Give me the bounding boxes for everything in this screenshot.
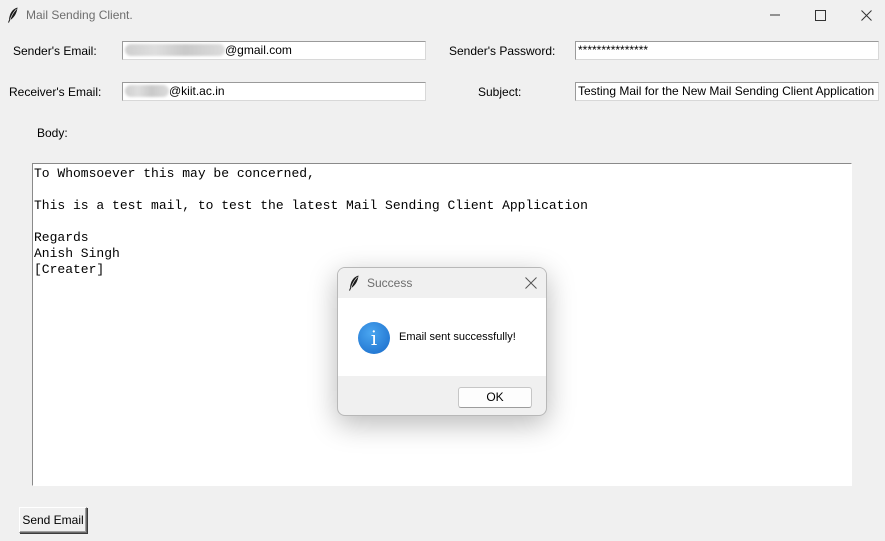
- sender-email-label: Sender's Email:: [13, 44, 97, 58]
- close-icon: [860, 9, 872, 21]
- body-label: Body:: [37, 126, 68, 140]
- title-bar: Mail Sending Client.: [0, 0, 885, 30]
- redacted-blur: [125, 44, 225, 56]
- maximize-button[interactable]: [797, 0, 843, 30]
- maximize-icon: [814, 9, 826, 21]
- sender-email-field[interactable]: @gmail.com: [122, 41, 426, 60]
- receiver-email-label: Receiver's Email:: [9, 85, 102, 99]
- sender-password-label: Sender's Password:: [449, 44, 556, 58]
- minimize-button[interactable]: [752, 0, 798, 30]
- ok-button[interactable]: OK: [458, 387, 532, 408]
- feather-icon: [8, 7, 18, 23]
- minimize-icon: [770, 14, 780, 16]
- close-button[interactable]: [843, 0, 885, 30]
- window-title: Mail Sending Client.: [26, 8, 133, 22]
- sender-password-field[interactable]: ***************: [575, 41, 879, 60]
- dialog-content: i Email sent successfully!: [338, 298, 546, 376]
- dialog-message: Email sent successfully!: [399, 331, 516, 343]
- sender-email-suffix: @gmail.com: [225, 43, 292, 57]
- receiver-email-suffix: @kiit.ac.in: [169, 84, 225, 98]
- info-icon: i: [358, 322, 390, 354]
- dialog-close-icon[interactable]: [524, 276, 538, 290]
- success-dialog: Success i Email sent successfully! OK: [337, 267, 547, 416]
- dialog-title-bar: Success: [338, 268, 546, 298]
- receiver-email-field[interactable]: @kiit.ac.in: [122, 82, 426, 101]
- feather-icon: [349, 275, 359, 291]
- send-email-button[interactable]: Send Email: [19, 507, 87, 533]
- subject-label: Subject:: [478, 85, 522, 99]
- subject-field[interactable]: Testing Mail for the New Mail Sending Cl…: [575, 82, 879, 101]
- redacted-blur: [125, 85, 169, 97]
- dialog-title: Success: [367, 276, 413, 290]
